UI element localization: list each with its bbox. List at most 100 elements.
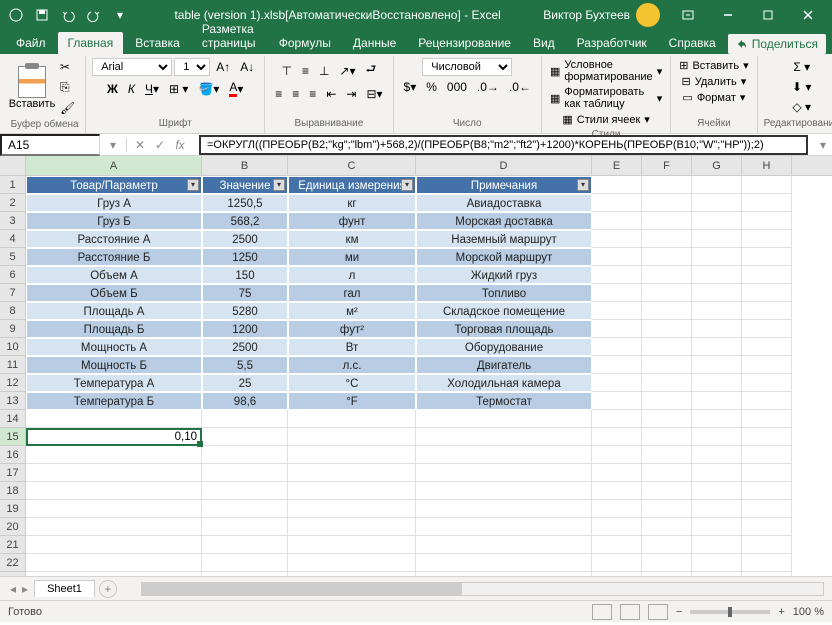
delete-cells-button[interactable]: ⊟Удалить ▾ <box>680 74 749 89</box>
tab-insert[interactable]: Вставка <box>125 32 190 54</box>
cell[interactable]: Мощность А <box>26 338 202 356</box>
row-header[interactable]: 22 <box>0 554 25 572</box>
cell[interactable] <box>692 356 742 374</box>
user-account[interactable]: Виктор Бухтеев <box>543 3 660 27</box>
row-header[interactable]: 8 <box>0 302 25 320</box>
cell[interactable] <box>642 554 692 572</box>
cell[interactable] <box>692 338 742 356</box>
row-header[interactable]: 1 <box>0 176 25 194</box>
cell[interactable]: 5280 <box>202 302 288 320</box>
cell[interactable]: Наземный маршрут <box>416 230 592 248</box>
cell[interactable] <box>692 212 742 230</box>
currency-icon[interactable]: $▾ <box>400 78 421 96</box>
cell[interactable]: Авиадоставка <box>416 194 592 212</box>
row-header[interactable]: 10 <box>0 338 25 356</box>
cell[interactable] <box>288 464 416 482</box>
cell[interactable]: 1250 <box>202 248 288 266</box>
cell[interactable] <box>416 446 592 464</box>
align-top-icon[interactable]: ⊤ <box>277 58 295 83</box>
cell[interactable] <box>642 518 692 536</box>
cell[interactable] <box>416 554 592 572</box>
cell[interactable] <box>202 500 288 518</box>
cell[interactable] <box>416 482 592 500</box>
cell[interactable] <box>26 536 202 554</box>
cell[interactable] <box>592 284 642 302</box>
tab-formulas[interactable]: Формулы <box>269 32 341 54</box>
clear-icon[interactable]: ◇ ▾ <box>788 98 815 116</box>
cell[interactable] <box>592 500 642 518</box>
cell[interactable] <box>26 500 202 518</box>
cell[interactable] <box>592 266 642 284</box>
cell[interactable] <box>26 482 202 500</box>
cell[interactable] <box>642 572 692 576</box>
cell[interactable]: кг <box>288 194 416 212</box>
cell[interactable] <box>642 266 692 284</box>
cell[interactable]: фут² <box>288 320 416 338</box>
cell[interactable]: гал <box>288 284 416 302</box>
cell[interactable] <box>416 500 592 518</box>
col-header-B[interactable]: B <box>202 156 288 175</box>
tab-data[interactable]: Данные <box>343 32 406 54</box>
cell[interactable]: м² <box>288 302 416 320</box>
increase-font-icon[interactable]: A↑ <box>212 58 234 76</box>
cell[interactable] <box>742 572 792 576</box>
row-header[interactable]: 12 <box>0 374 25 392</box>
row-header[interactable]: 4 <box>0 230 25 248</box>
cell[interactable]: 25 <box>202 374 288 392</box>
add-sheet-button[interactable]: + <box>99 580 117 598</box>
cell[interactable] <box>742 464 792 482</box>
cell[interactable]: Площадь А <box>26 302 202 320</box>
cell[interactable] <box>202 410 288 428</box>
cell[interactable] <box>416 428 592 446</box>
cell[interactable] <box>592 320 642 338</box>
cell[interactable] <box>592 428 642 446</box>
col-header-H[interactable]: H <box>742 156 792 175</box>
cell[interactable] <box>202 446 288 464</box>
cell[interactable] <box>202 572 288 576</box>
align-center-icon[interactable]: ≡ <box>288 85 303 103</box>
cell[interactable]: Вт <box>288 338 416 356</box>
cell[interactable] <box>288 536 416 554</box>
cell[interactable] <box>692 302 742 320</box>
paste-button[interactable]: Вставить <box>10 64 54 112</box>
format-cells-button[interactable]: ▭Формат ▾ <box>680 90 747 105</box>
cell[interactable]: Расстояние А <box>26 230 202 248</box>
decrease-decimal-icon[interactable]: .0← <box>505 78 535 96</box>
normal-view-icon[interactable] <box>592 604 612 620</box>
row-header[interactable]: 9 <box>0 320 25 338</box>
cell[interactable] <box>592 536 642 554</box>
cell[interactable] <box>742 356 792 374</box>
row-header[interactable]: 5 <box>0 248 25 266</box>
cell[interactable] <box>592 572 642 576</box>
tab-file[interactable]: Файл <box>6 32 56 54</box>
filter-icon[interactable]: ▾ <box>273 179 285 191</box>
col-header-G[interactable]: G <box>692 156 742 175</box>
insert-cells-button[interactable]: ⊞Вставить ▾ <box>677 58 750 73</box>
save-icon[interactable] <box>30 3 54 27</box>
cell[interactable] <box>742 428 792 446</box>
cell[interactable]: 75 <box>202 284 288 302</box>
cell[interactable] <box>692 176 742 194</box>
cell[interactable] <box>288 554 416 572</box>
cell[interactable]: Объем А <box>26 266 202 284</box>
autosave-toggle[interactable] <box>4 3 28 27</box>
row-header[interactable]: 7 <box>0 284 25 302</box>
col-header-C[interactable]: C <box>288 156 416 175</box>
zoom-in-icon[interactable]: + <box>778 606 784 618</box>
cell[interactable] <box>592 392 642 410</box>
cell[interactable]: л <box>288 266 416 284</box>
font-size-select[interactable]: 11 <box>174 58 210 76</box>
cell[interactable]: Груз Б <box>26 212 202 230</box>
cell[interactable]: Мощность Б <box>26 356 202 374</box>
cell[interactable]: °F <box>288 392 416 410</box>
cell[interactable] <box>692 374 742 392</box>
font-color-icon[interactable]: A▾ <box>225 78 247 99</box>
cell[interactable] <box>26 446 202 464</box>
cell[interactable] <box>692 446 742 464</box>
cell[interactable] <box>642 428 692 446</box>
cell[interactable] <box>742 410 792 428</box>
cell[interactable]: 1250,5 <box>202 194 288 212</box>
zoom-out-icon[interactable]: − <box>676 606 682 618</box>
cell[interactable] <box>742 536 792 554</box>
row-header[interactable]: 14 <box>0 410 25 428</box>
